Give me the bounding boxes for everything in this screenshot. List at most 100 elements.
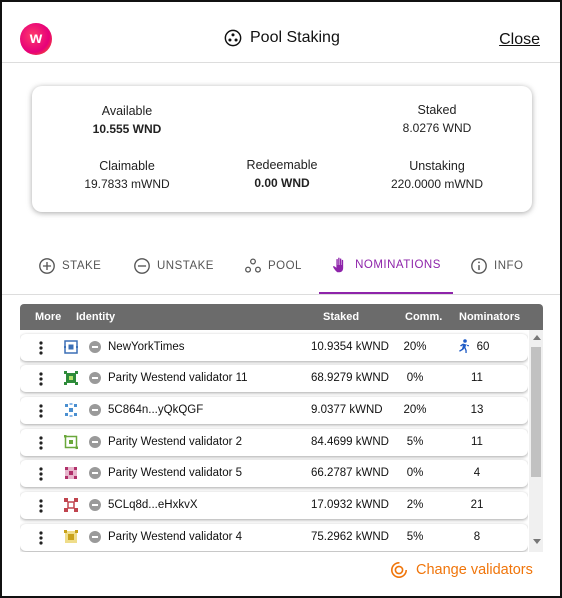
validator-comm: 5%: [406, 436, 424, 448]
logo-letter: w: [29, 30, 43, 47]
identicon-icon: [64, 435, 78, 449]
more-menu-icon[interactable]: [34, 341, 48, 355]
claimable-label: Claimable: [99, 159, 155, 173]
change-validators-icon: [390, 561, 408, 579]
tab-unstake[interactable]: UNSTAKE: [133, 238, 214, 294]
polkadot-logo: w: [20, 23, 52, 55]
tab-stake-label: STAKE: [62, 260, 102, 272]
staked-label: Staked: [417, 103, 457, 117]
validator-comm: 20%: [403, 341, 427, 353]
title-wrap: Pool Staking: [224, 27, 340, 49]
validator-name: Parity Westend validator 4: [108, 531, 243, 543]
unstaking-balance: Unstaking 220.0000 mWND: [377, 159, 497, 191]
redeemable-balance: Redeemable 0.00 WND: [227, 158, 337, 190]
validator-staked: 68.9279 kWND: [311, 372, 389, 384]
table-row[interactable]: NewYorkTimes 10.9354 kWND 20% 60: [20, 334, 528, 361]
validator-staked: 84.4699 kWND: [311, 436, 389, 448]
tab-unstake-label: UNSTAKE: [157, 260, 214, 272]
column-nominators: Nominators: [459, 311, 521, 323]
validator-staked: 10.9354 kWND: [311, 341, 389, 353]
identicon-icon: [64, 371, 78, 385]
more-menu-icon[interactable]: [34, 467, 48, 481]
validator-nominators: 13: [470, 404, 484, 416]
pool-icon: [245, 258, 261, 273]
validator-nominators: 11: [471, 436, 483, 448]
validator-comm: 20%: [403, 404, 427, 416]
staked-balance: Staked 8.0276 WND: [377, 103, 497, 135]
pool-icon: [224, 29, 242, 47]
scroll-up-icon[interactable]: [533, 335, 541, 340]
more-menu-icon[interactable]: [34, 531, 48, 545]
table-row[interactable]: 5C864n...yQkQGF 9.0377 kWND 20% 13: [20, 397, 528, 424]
unstaking-label: Unstaking: [409, 159, 465, 173]
change-validators-button[interactable]: Change validators: [390, 561, 533, 579]
tab-pool-label: POOL: [268, 260, 302, 272]
validator-list: NewYorkTimes 10.9354 kWND 20% 60 Parity …: [20, 330, 528, 552]
status-icon: [89, 341, 101, 353]
tab-info[interactable]: INFO: [470, 238, 523, 294]
status-icon: [89, 499, 101, 511]
validator-name: Parity Westend validator 11: [108, 372, 248, 384]
status-icon: [89, 404, 101, 416]
column-identity: Identity: [76, 311, 116, 323]
status-icon: [89, 467, 101, 479]
tab-bar: STAKE UNSTAKE POOL NOMINATIONS INFO: [2, 238, 560, 295]
unstaking-value: 220.0000 mWND: [390, 177, 484, 191]
validator-name: Parity Westend validator 5: [108, 467, 243, 479]
tab-pool[interactable]: POOL: [244, 238, 302, 294]
column-more: More: [35, 311, 62, 323]
column-comm: Comm.: [405, 311, 443, 323]
validator-comm: 5%: [406, 531, 424, 543]
available-balance: Available 10.555 WND: [72, 104, 182, 136]
identicon-icon: [64, 498, 78, 512]
validator-staked: 17.0932 kWND: [311, 499, 389, 511]
table-row[interactable]: 5CLq8d...eHxkvX 17.0932 kWND 2% 21: [20, 492, 528, 519]
tab-nominations-label: NOMINATIONS: [355, 259, 441, 271]
status-icon: [89, 436, 101, 448]
validator-name: 5CLq8d...eHxkvX: [108, 499, 198, 511]
more-menu-icon[interactable]: [34, 436, 48, 450]
identicon-icon: [64, 530, 78, 543]
scrollbar-thumb[interactable]: [531, 347, 541, 477]
claimable-value: 19.7833 mWND: [84, 177, 170, 191]
validator-staked: 9.0377 kWND: [311, 404, 383, 416]
validator-nominators: 11: [471, 372, 483, 384]
close-button[interactable]: Close: [499, 31, 540, 49]
hand-icon: [333, 257, 344, 273]
validator-name: NewYorkTimes: [108, 341, 185, 353]
table-row[interactable]: Parity Westend validator 4 75.2962 kWND …: [20, 524, 528, 551]
status-icon: [89, 372, 101, 384]
validator-nominators: 60: [476, 341, 490, 353]
identicon-icon: [65, 403, 77, 417]
redeemable-label: Redeemable: [246, 158, 318, 172]
info-icon: [471, 258, 487, 274]
page-title: Pool Staking: [250, 29, 340, 46]
table-row[interactable]: Parity Westend validator 5 66.2787 kWND …: [20, 460, 528, 487]
validator-staked: 66.2787 kWND: [311, 467, 389, 479]
validator-staked: 75.2962 kWND: [311, 531, 389, 543]
available-label: Available: [101, 104, 153, 118]
table-row[interactable]: Parity Westend validator 11 68.9279 kWND…: [20, 365, 528, 392]
identicon-icon: [65, 467, 77, 479]
more-menu-icon[interactable]: [34, 499, 48, 513]
validator-comm: 0%: [406, 467, 424, 479]
table-header: More Identity Staked Comm. Nominators: [20, 304, 543, 330]
identicon-icon: [64, 340, 78, 354]
balance-card: Available 10.555 WND Staked 8.0276 WND C…: [32, 86, 532, 212]
column-staked: Staked: [323, 311, 360, 323]
more-menu-icon[interactable]: [34, 372, 48, 386]
table-row[interactable]: Parity Westend validator 2 84.4699 kWND …: [20, 429, 528, 456]
minus-circle-icon: [134, 258, 150, 274]
scroll-down-icon[interactable]: [533, 539, 541, 544]
claimable-balance: Claimable 19.7833 mWND: [72, 159, 182, 191]
validator-comm: 0%: [406, 372, 424, 384]
tab-nominations[interactable]: NOMINATIONS: [319, 238, 453, 294]
popup-window: w Pool Staking Close Available 10.555 WN…: [0, 0, 562, 598]
tab-stake[interactable]: STAKE: [38, 238, 101, 294]
header: w Pool Staking Close: [2, 2, 560, 63]
staked-value: 8.0276 WND: [402, 121, 472, 135]
more-menu-icon[interactable]: [34, 404, 48, 418]
available-value: 10.555 WND: [92, 122, 162, 136]
validator-nominators: 8: [473, 531, 481, 543]
status-icon: [89, 531, 101, 543]
